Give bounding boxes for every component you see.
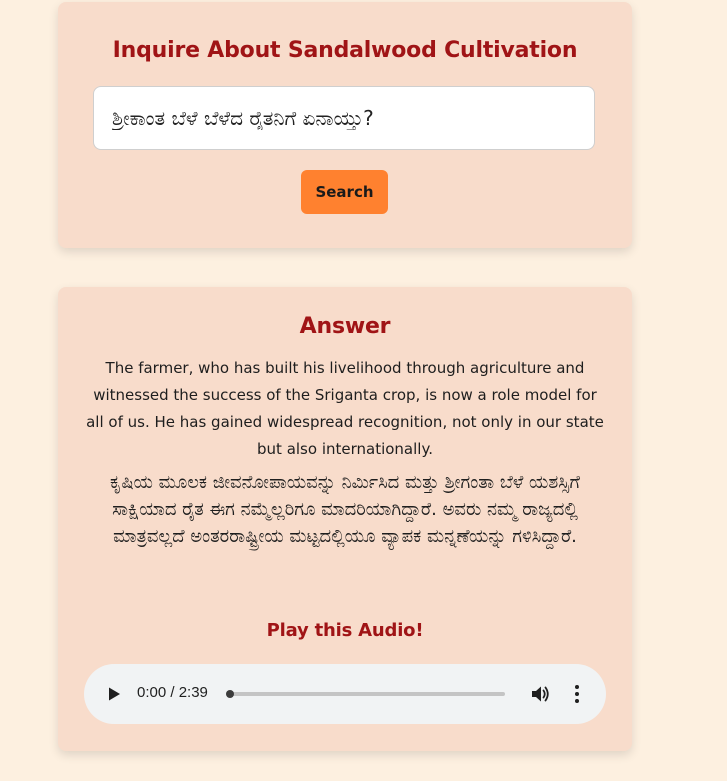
answer-english-text: The farmer, who has built his livelihood… [86, 359, 604, 458]
more-vert-icon[interactable] [571, 684, 583, 704]
answer-card: Answer The farmer, who has built his liv… [58, 287, 632, 751]
audio-player: 0:00 / 2:39 [84, 664, 606, 724]
volume-icon[interactable] [530, 684, 550, 704]
query-input[interactable] [93, 86, 595, 150]
progress-thumb[interactable] [226, 690, 234, 698]
progress-bar[interactable] [226, 690, 505, 698]
answer-kannada-text: ಕೃಷಿಯ ಮೂಲಕ ಜೀವನೋಪಾಯವನ್ನು ನಿರ್ಮಿಸಿದ ಮತ್ತು… [110, 472, 580, 547]
answer-title: Answer [299, 314, 391, 339]
time-display: 0:00 / 2:39 [137, 684, 208, 701]
audio-title: Play this Audio! [266, 620, 424, 641]
search-button[interactable]: Search [301, 170, 388, 214]
play-icon[interactable] [106, 686, 122, 702]
search-card: Inquire About Sandalwood Cultivation Sea… [58, 2, 632, 248]
search-title: Inquire About Sandalwood Cultivation [112, 38, 578, 63]
